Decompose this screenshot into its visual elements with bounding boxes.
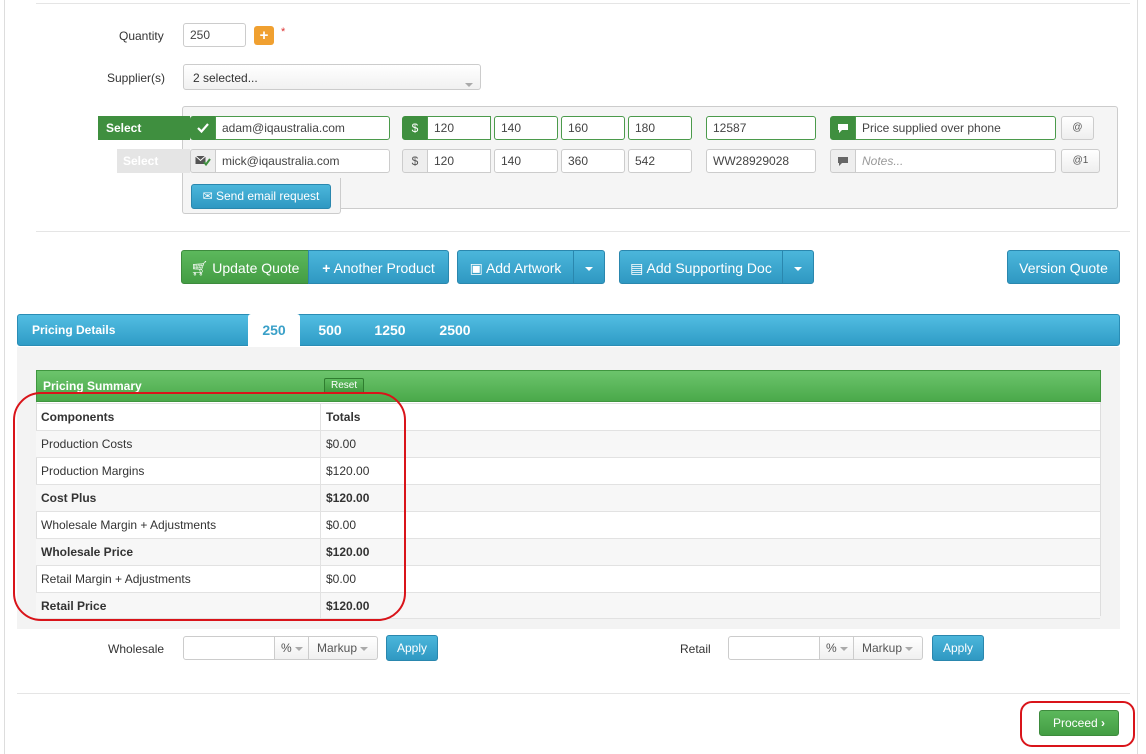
add-artwork-button[interactable]: ▣ Add Artwork xyxy=(457,250,574,284)
retail-mode-value: Markup xyxy=(862,641,903,655)
retail-apply-button[interactable]: Apply xyxy=(932,635,984,661)
wholesale-mode-value: Markup xyxy=(317,641,358,655)
attach-button[interactable]: @ xyxy=(1061,116,1094,140)
quantity-label: Quantity xyxy=(119,29,164,43)
another-product-button[interactable]: + Another Product xyxy=(308,250,449,284)
wholesale-input[interactable] xyxy=(183,636,275,660)
supplier-email-input[interactable]: adam@iqaustralia.com xyxy=(215,116,390,140)
annotation-highlight xyxy=(13,392,406,621)
pricing-summary-title: Pricing Summary xyxy=(43,379,142,393)
wholesale-mode-select[interactable]: Markup xyxy=(308,636,378,660)
top-divider xyxy=(36,3,1130,4)
send-email-label: Send email request xyxy=(216,189,320,203)
supplier-ref-input[interactable]: WW28929028 xyxy=(706,149,816,173)
attach-button[interactable]: @1 xyxy=(1061,149,1100,173)
wholesale-unit-value: % xyxy=(281,641,292,655)
update-quote-button[interactable]: 🛒︎ Update Quote xyxy=(181,250,309,284)
wholesale-label: Wholesale xyxy=(108,642,165,656)
annotation-highlight xyxy=(1020,701,1135,747)
retail-input[interactable] xyxy=(728,636,820,660)
plus-icon: + xyxy=(322,260,331,276)
price-input-3[interactable]: 160 xyxy=(561,116,625,140)
check-icon xyxy=(190,116,216,140)
version-quote-button[interactable]: Version Quote xyxy=(1007,250,1120,284)
retail-label: Retail xyxy=(680,642,711,656)
update-quote-label: Update Quote xyxy=(212,260,300,276)
price-input-3[interactable]: 360 xyxy=(561,149,625,173)
currency-addon: $ xyxy=(402,149,428,173)
pricing-details-bar: Pricing Details xyxy=(17,314,1120,346)
envelope-icon: ✉ xyxy=(202,189,213,203)
document-icon: ▤ xyxy=(630,260,644,276)
suppliers-label: Supplier(s) xyxy=(107,71,166,85)
chevron-down-icon xyxy=(585,260,593,276)
tab-quantity-1250[interactable]: 1250 xyxy=(365,314,415,347)
chevron-down-icon xyxy=(360,646,369,651)
send-email-button[interactable]: ✉ Send email request xyxy=(191,184,331,209)
comment-icon xyxy=(830,116,856,140)
footer-divider xyxy=(17,693,1130,694)
another-product-label: Another Product xyxy=(333,260,435,276)
add-supporting-doc-button[interactable]: ▤ Add Supporting Doc xyxy=(619,250,783,284)
chevron-down-icon xyxy=(465,76,473,90)
supplier-select-button[interactable]: Select xyxy=(98,116,190,140)
quantity-add-button[interactable]: + xyxy=(254,26,274,45)
price-input-2[interactable]: 140 xyxy=(494,116,558,140)
wholesale-unit-select[interactable]: % xyxy=(274,636,309,660)
add-supporting-doc-label: Add Supporting Doc xyxy=(646,260,772,276)
chevron-down-icon xyxy=(905,646,914,651)
price-input-1[interactable]: 120 xyxy=(427,116,491,140)
chevron-down-icon xyxy=(840,646,849,651)
add-supporting-doc-dropdown[interactable] xyxy=(782,250,814,284)
retail-unit-value: % xyxy=(826,641,837,655)
retail-mode-select[interactable]: Markup xyxy=(853,636,923,660)
price-input-4[interactable]: 180 xyxy=(628,116,692,140)
section-divider xyxy=(36,231,1130,232)
price-input-2[interactable]: 140 xyxy=(494,149,558,173)
chevron-down-icon xyxy=(794,260,802,276)
quantity-input[interactable]: 250 xyxy=(183,23,246,47)
chevron-down-icon xyxy=(295,646,304,651)
price-input-4[interactable]: 542 xyxy=(628,149,692,173)
supplier-notes-input[interactable]: Notes... xyxy=(855,149,1056,173)
suppliers-select[interactable]: 2 selected... xyxy=(183,64,481,90)
currency-addon: $ xyxy=(402,116,428,140)
envelope-check-icon xyxy=(190,149,216,173)
supplier-email-input[interactable]: mick@iqaustralia.com xyxy=(215,149,390,173)
comment-icon xyxy=(830,149,856,173)
supplier-ref-input[interactable]: 12587 xyxy=(706,116,816,140)
wholesale-apply-button[interactable]: Apply xyxy=(386,635,438,661)
cart-icon: 🛒︎ xyxy=(190,260,209,276)
pricing-details-title: Pricing Details xyxy=(32,323,116,337)
tab-quantity-2500[interactable]: 2500 xyxy=(428,314,482,347)
supplier-select-button[interactable]: Select xyxy=(117,149,190,173)
add-artwork-dropdown[interactable] xyxy=(573,250,605,284)
tab-quantity-250[interactable]: 250 xyxy=(248,314,300,347)
image-icon: ▣ xyxy=(469,260,483,276)
price-input-1[interactable]: 120 xyxy=(427,149,491,173)
retail-unit-select[interactable]: % xyxy=(819,636,854,660)
add-artwork-label: Add Artwork xyxy=(485,260,562,276)
suppliers-select-value: 2 selected... xyxy=(193,71,258,85)
supplier-notes-input[interactable]: Price supplied over phone xyxy=(855,116,1056,140)
tab-quantity-500[interactable]: 500 xyxy=(305,314,355,347)
required-marker: * xyxy=(281,26,286,38)
